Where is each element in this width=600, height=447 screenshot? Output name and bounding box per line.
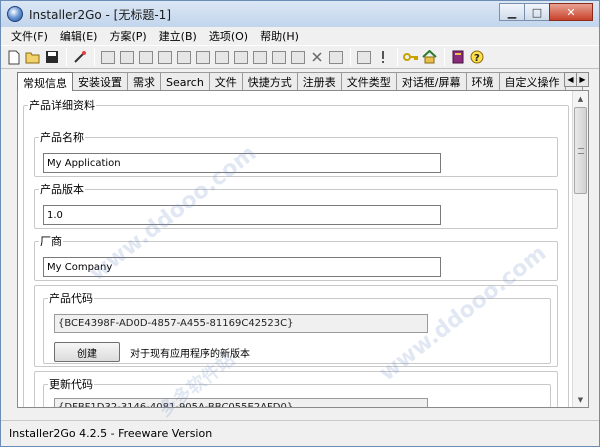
tab-scroll-right-button[interactable]: ▶ xyxy=(576,72,589,87)
exclamation-icon[interactable] xyxy=(374,49,391,66)
registry-icon[interactable] xyxy=(213,49,230,66)
app-window: Installer2Go - [无标题-1] ▁ □ ✕ 文件(F) 编辑(E)… xyxy=(0,0,600,447)
close-button[interactable]: ✕ xyxy=(549,3,593,21)
menu-project[interactable]: 方案(P) xyxy=(103,28,152,44)
property-icon[interactable] xyxy=(270,49,287,66)
upgrade-code-label: 更新代码 xyxy=(49,378,93,391)
add-folder-icon[interactable] xyxy=(137,49,154,66)
home-icon[interactable] xyxy=(421,49,438,66)
install-icon[interactable] xyxy=(156,49,173,66)
product-name-label: 产品名称 xyxy=(40,131,84,144)
menu-bar: 文件(F) 编辑(E) 方案(P) 建立(B) 选项(O) 帮助(H) xyxy=(1,27,599,44)
product-version-group: 产品版本 xyxy=(34,181,558,229)
product-name-group: 产品名称 xyxy=(34,129,558,177)
toolbar-separator xyxy=(66,48,67,66)
copy-icon[interactable] xyxy=(327,49,344,66)
tab-file-types[interactable]: 文件类型 xyxy=(340,72,397,91)
tab-general[interactable]: 常规信息 xyxy=(17,72,73,91)
svg-text:?: ? xyxy=(474,53,480,64)
book-icon[interactable] xyxy=(449,49,466,66)
tab-install-settings[interactable]: 安装设置 xyxy=(72,72,128,91)
tab-requirements[interactable]: 需求 xyxy=(127,72,161,91)
tab-shortcuts[interactable]: 快捷方式 xyxy=(241,72,298,91)
vertical-scrollbar[interactable]: ▲ ▼ xyxy=(572,91,588,407)
app-icon[interactable] xyxy=(7,6,23,22)
document-icon[interactable] xyxy=(355,49,372,66)
manufacturer-group: 厂商 xyxy=(34,233,558,281)
product-code-label: 产品代码 xyxy=(49,292,93,305)
shortcut-icon[interactable] xyxy=(194,49,211,66)
tab-strip: 常规信息 安装设置 需求 Search 文件 快捷方式 注册表 文件类型 对话框… xyxy=(17,72,589,91)
menu-edit[interactable]: 编辑(E) xyxy=(54,28,104,44)
tab-search[interactable]: Search xyxy=(160,72,210,91)
new-file-icon[interactable] xyxy=(5,49,22,66)
toolbar-separator xyxy=(397,48,398,66)
package-icon[interactable] xyxy=(175,49,192,66)
product-version-input[interactable] xyxy=(43,205,441,225)
tab-custom-actions[interactable]: 自定义操作 xyxy=(498,72,566,91)
product-code-field xyxy=(54,314,428,333)
menu-build[interactable]: 建立(B) xyxy=(153,28,203,44)
abc-icon[interactable] xyxy=(232,49,249,66)
menu-help[interactable]: 帮助(H) xyxy=(254,28,305,44)
product-version-label: 产品版本 xyxy=(40,183,84,196)
create-description: 对于现有应用程序的新版本 xyxy=(130,349,250,360)
toolbar-separator xyxy=(350,48,351,66)
grip-icon xyxy=(578,148,584,154)
manufacturer-input[interactable] xyxy=(43,257,441,277)
status-bar: Installer2Go 4.2.5 - Freeware Version xyxy=(1,420,599,446)
menu-file[interactable]: 文件(F) xyxy=(5,28,54,44)
maximize-button[interactable]: □ xyxy=(524,3,550,21)
product-name-input[interactable] xyxy=(43,153,441,173)
status-text: Installer2Go 4.2.5 - Freeware Version xyxy=(9,427,213,440)
add-file-icon[interactable] xyxy=(118,49,135,66)
window-controls: ▁ □ ✕ xyxy=(499,3,593,21)
wizard-icon[interactable] xyxy=(71,49,88,66)
tab-scroll-buttons: ◀ ▶ xyxy=(564,72,589,87)
tab-environment[interactable]: 环境 xyxy=(465,72,500,91)
toolbar: ? xyxy=(1,45,599,69)
help-icon[interactable]: ? xyxy=(468,49,485,66)
tab-registry[interactable]: 注册表 xyxy=(296,72,342,91)
create-product-code-button[interactable]: 创建 xyxy=(54,342,120,362)
upgrade-code-group: 更新代码 xyxy=(43,376,551,407)
save-icon[interactable] xyxy=(43,49,60,66)
toolbar-separator xyxy=(94,48,95,66)
dialog-edit-icon[interactable] xyxy=(99,49,116,66)
scroll-down-button[interactable]: ▼ xyxy=(573,392,588,407)
test-icon[interactable] xyxy=(289,49,306,66)
open-folder-icon[interactable] xyxy=(24,49,41,66)
product-details-group: 产品详细资料 产品名称 产品版本 厂商 产品代码 创建 对于现有应用程序的新版本 xyxy=(23,97,569,407)
product-code-outer-group: 产品代码 创建 对于现有应用程序的新版本 xyxy=(34,285,558,367)
minimize-button[interactable]: ▁ xyxy=(499,3,525,21)
delete-icon[interactable] xyxy=(308,49,325,66)
tab-dialogs[interactable]: 对话框/屏幕 xyxy=(395,72,467,91)
scroll-thumb[interactable] xyxy=(574,107,587,194)
manufacturer-label: 厂商 xyxy=(40,235,62,248)
general-info-panel: 产品详细资料 产品名称 产品版本 厂商 产品代码 创建 对于现有应用程序的新版本 xyxy=(17,90,589,408)
product-details-title: 产品详细资料 xyxy=(29,99,95,112)
title-bar[interactable]: Installer2Go - [无标题-1] ▁ □ ✕ xyxy=(1,1,599,27)
tab-files[interactable]: 文件 xyxy=(208,72,243,91)
menu-options[interactable]: 选项(O) xyxy=(203,28,254,44)
toolbar-separator xyxy=(444,48,445,66)
build-icon[interactable] xyxy=(251,49,268,66)
upgrade-code-field xyxy=(54,398,428,407)
upgrade-code-outer-group: 更新代码 xyxy=(34,371,558,407)
window-title: Installer2Go - [无标题-1] xyxy=(29,7,172,22)
key-icon[interactable] xyxy=(402,49,419,66)
scroll-up-button[interactable]: ▲ xyxy=(573,91,588,106)
product-code-group: 产品代码 创建 对于现有应用程序的新版本 xyxy=(43,290,551,364)
